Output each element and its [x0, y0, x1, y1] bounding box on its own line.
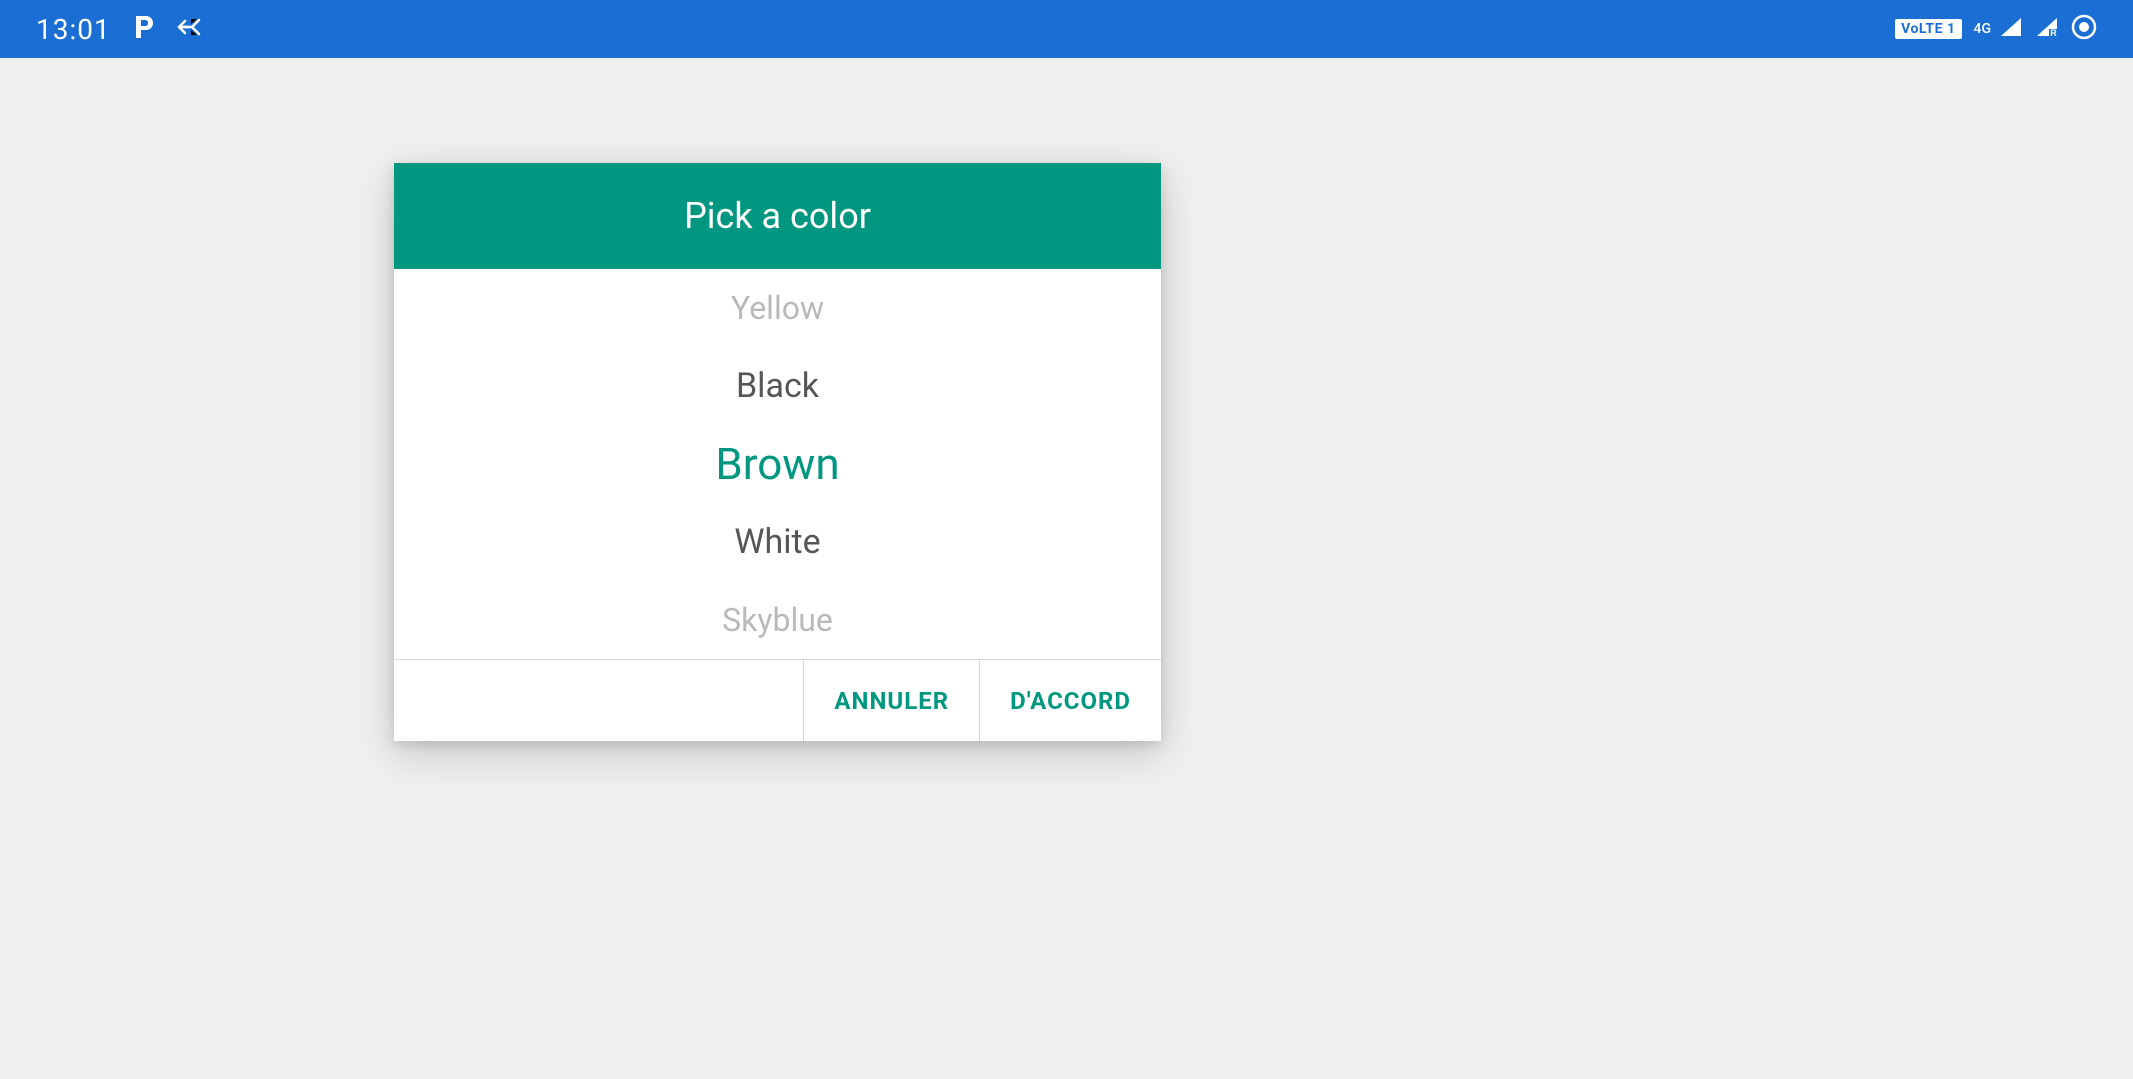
network-4g-label: 4G: [1974, 21, 1992, 37]
status-time: 13:01: [36, 13, 111, 46]
status-bar: 13:01 VoLTE 1 4G: [0, 0, 2133, 58]
picker-wheel[interactable]: Yellow Black Brown White Skyblue: [394, 269, 1161, 659]
signal-icon: [1999, 16, 2023, 42]
cancel-button[interactable]: ANNULER: [803, 660, 979, 741]
ok-button[interactable]: D'ACCORD: [979, 660, 1161, 741]
parking-icon: [133, 14, 155, 44]
svg-text:R: R: [2050, 28, 2057, 38]
signal-roaming-icon: R: [2035, 16, 2059, 42]
picker-option[interactable]: White: [394, 503, 1161, 581]
volte-badge: VoLTE 1: [1895, 19, 1961, 39]
arrows-merge-icon: [177, 16, 207, 42]
picker-option[interactable]: Skyblue: [394, 581, 1161, 659]
dialog-header: Pick a color: [394, 163, 1161, 269]
color-picker-dialog: Pick a color Yellow Black Brown White Sk…: [394, 163, 1161, 741]
picker-option-selected[interactable]: Brown: [394, 425, 1161, 503]
status-bar-left: 13:01: [36, 13, 207, 46]
picker-option[interactable]: Black: [394, 347, 1161, 425]
picker-list: Yellow Black Brown White Skyblue: [394, 269, 1161, 659]
dialog-actions: ANNULER D'ACCORD: [394, 659, 1161, 741]
dialog-title: Pick a color: [684, 195, 871, 237]
status-bar-right: VoLTE 1 4G R: [1895, 14, 2097, 44]
picker-option[interactable]: Yellow: [394, 269, 1161, 347]
target-icon: [2071, 14, 2097, 44]
